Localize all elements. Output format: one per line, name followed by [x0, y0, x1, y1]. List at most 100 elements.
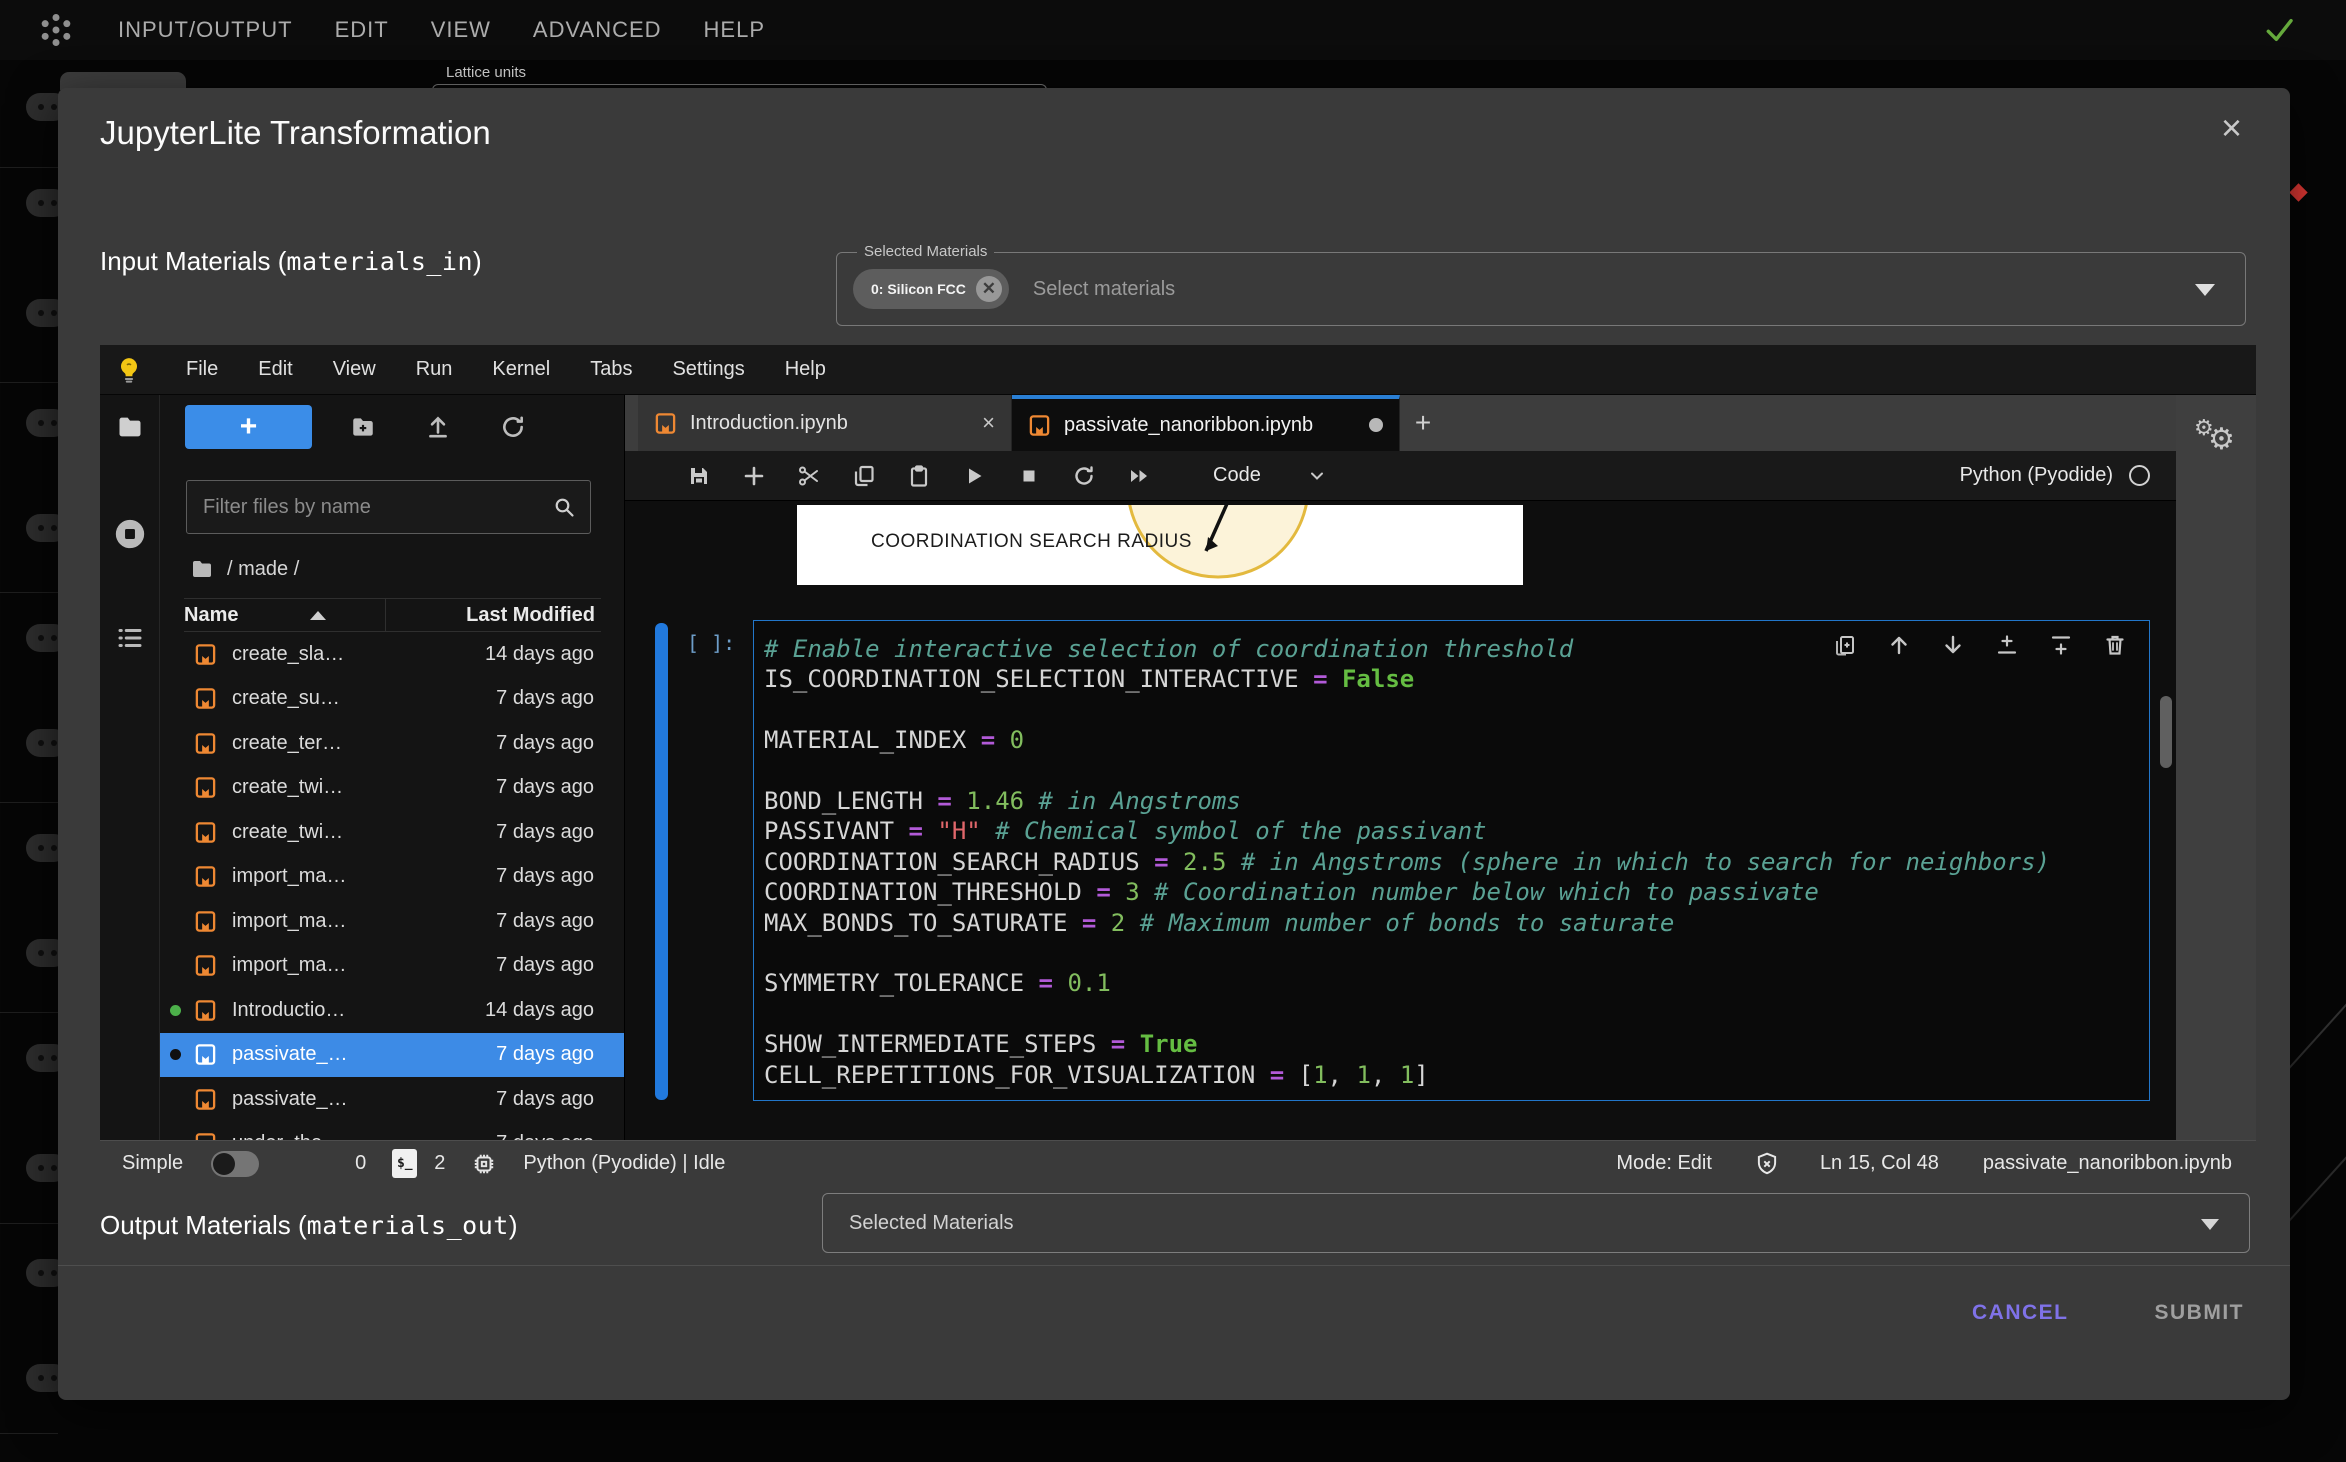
notebook-content[interactable]: COORDINATION SEARCH RADIUS [ ]: # Enable… [625, 501, 2176, 1140]
shield-x-icon[interactable] [1754, 1151, 1780, 1177]
file-browser: + / made / [160, 395, 625, 1140]
column-name[interactable]: Name [184, 604, 238, 627]
jupyter-menu-item-file[interactable]: File [166, 358, 238, 381]
file-row[interactable]: create_twi…7 days ago [160, 766, 624, 811]
app-menu-item-view[interactable]: VIEW [431, 17, 491, 43]
new-launcher-button[interactable]: + [185, 405, 312, 449]
jupyter-menu-item-tabs[interactable]: Tabs [570, 358, 652, 381]
app-top-bar: INPUT/OUTPUT EDIT VIEW ADVANCED HELP [0, 0, 2346, 60]
file-row[interactable]: create_sla…14 days ago [160, 632, 624, 677]
cut-icon[interactable] [797, 464, 821, 488]
row-separator [0, 1433, 58, 1434]
refresh-icon[interactable] [500, 414, 526, 440]
upload-icon[interactable] [425, 414, 451, 440]
cell-type-select[interactable]: Code [1213, 464, 1261, 487]
fast-forward-icon[interactable] [1127, 464, 1151, 488]
file-row[interactable]: import_ma…7 days ago [160, 855, 624, 900]
terminal-icon[interactable]: $_ [392, 1149, 417, 1178]
new-tab-icon[interactable]: + [1400, 395, 1446, 451]
property-inspector-gears-icon[interactable]: ⚙⚙ [2194, 417, 2238, 461]
file-modified: 14 days ago [485, 643, 594, 666]
chevron-down-icon[interactable] [1307, 466, 1327, 486]
running-sessions-tab-icon[interactable] [113, 517, 147, 551]
notebook-file-icon [1028, 414, 1051, 437]
file-row[interactable]: passivate_…7 days ago [160, 1033, 624, 1078]
jupyter-menu-item-help[interactable]: Help [765, 358, 846, 381]
jupyter-right-sidebar: ⚙⚙ [2176, 395, 2256, 1140]
file-name: create_su… [232, 687, 496, 710]
restart-kernel-icon[interactable] [1072, 464, 1096, 488]
editor-mode[interactable]: Mode: Edit [1616, 1152, 1712, 1175]
insert-below-icon[interactable] [2049, 633, 2073, 657]
file-row[interactable]: import_ma…7 days ago [160, 944, 624, 989]
file-modified: 7 days ago [496, 1132, 594, 1140]
delete-cell-icon[interactable] [2103, 633, 2127, 657]
select-materials-placeholder: Select materials [1033, 278, 1175, 301]
kernel-status-text[interactable]: Python (Pyodide) | Idle [523, 1152, 725, 1175]
move-up-icon[interactable] [1887, 633, 1911, 657]
simple-mode-toggle[interactable] [211, 1151, 259, 1177]
move-down-icon[interactable] [1941, 633, 1965, 657]
file-row[interactable]: create_su…7 days ago [160, 677, 624, 722]
jupyter-menu-item-settings[interactable]: Settings [652, 358, 764, 381]
file-row[interactable]: create_ter…7 days ago [160, 721, 624, 766]
folder-icon[interactable] [190, 557, 214, 581]
app-menu-item-edit[interactable]: EDIT [335, 17, 389, 43]
paste-icon[interactable] [907, 464, 931, 488]
success-check-icon[interactable] [2262, 14, 2296, 46]
notebook-scrollbar-thumb[interactable] [2160, 696, 2172, 768]
jupyter-menu-item-kernel[interactable]: Kernel [472, 358, 570, 381]
run-icon[interactable] [962, 464, 986, 488]
add-cell-icon[interactable] [742, 464, 766, 488]
new-folder-icon[interactable] [350, 414, 376, 440]
sort-ascending-icon[interactable] [310, 611, 326, 620]
dropdown-arrow-icon[interactable] [2201, 1219, 2219, 1230]
table-of-contents-tab-icon[interactable] [115, 623, 145, 653]
jupyter-menu-item-edit[interactable]: Edit [238, 358, 312, 381]
file-browser-tab-icon[interactable] [116, 413, 144, 441]
file-row[interactable]: import_ma…7 days ago [160, 899, 624, 944]
file-row[interactable]: passivate_…7 days ago [160, 1077, 624, 1122]
no-dot [170, 871, 181, 882]
file-name: create_ter… [232, 732, 496, 755]
chip-remove-icon[interactable]: ✕ [976, 276, 1002, 302]
column-last-modified[interactable]: Last Modified [466, 604, 595, 627]
duplicate-cell-icon[interactable] [1833, 633, 1857, 657]
file-row[interactable]: create_twi…7 days ago [160, 810, 624, 855]
file-row[interactable]: under_the…7 days ago [160, 1122, 624, 1141]
dropdown-arrow-icon[interactable] [2195, 284, 2215, 296]
jupyter-menu-bar: FileEditViewRunKernelTabsSettingsHelp [100, 345, 2256, 395]
app-menu-item-input-output[interactable]: INPUT/OUTPUT [118, 17, 293, 43]
cancel-button[interactable]: CANCEL [1966, 1300, 2075, 1326]
jupyter-menu-item-view[interactable]: View [313, 358, 396, 381]
insert-above-icon[interactable] [1995, 633, 2019, 657]
cell-collapser-bar[interactable] [655, 623, 668, 1100]
submit-button[interactable]: SUBMIT [2149, 1300, 2251, 1326]
kernel-status-icon[interactable] [2129, 465, 2150, 486]
breadcrumb[interactable]: / made / [190, 557, 299, 581]
close-icon[interactable]: × [2221, 110, 2242, 146]
input-materials-label: Input Materials (materials_in) [100, 246, 482, 277]
app-menu-item-help[interactable]: HELP [704, 17, 765, 43]
notebook-tab-bar: Introduction.ipynb×passivate_nanoribbon.… [625, 395, 2176, 451]
jupyter-menu-item-run[interactable]: Run [396, 358, 473, 381]
kernel-name[interactable]: Python (Pyodide) [1960, 464, 2113, 487]
selected-materials-field[interactable]: Selected Materials 0: Silicon FCC ✕ Sele… [836, 252, 2246, 326]
cpu-chip-icon[interactable] [471, 1151, 497, 1177]
app-menu-item-advanced[interactable]: ADVANCED [533, 17, 662, 43]
tab-close-icon[interactable]: × [982, 410, 995, 436]
file-row[interactable]: Introductio…14 days ago [160, 988, 624, 1033]
notebook-tab[interactable]: passivate_nanoribbon.ipynb [1012, 395, 1400, 451]
cursor-position[interactable]: Ln 15, Col 48 [1820, 1152, 1939, 1175]
output-materials-select[interactable]: Selected Materials [822, 1193, 2250, 1253]
notebook-tab[interactable]: Introduction.ipynb× [638, 395, 1012, 451]
save-icon[interactable] [687, 464, 711, 488]
material-chip[interactable]: 0: Silicon FCC ✕ [853, 269, 1009, 309]
copy-icon[interactable] [852, 464, 876, 488]
simple-mode-label: Simple [122, 1152, 183, 1175]
code-cell[interactable]: # Enable interactive selection of coordi… [753, 620, 2150, 1101]
app-logo-icon[interactable] [36, 10, 76, 50]
stop-icon[interactable] [1017, 464, 1041, 488]
code-editor[interactable]: # Enable interactive selection of coordi… [764, 634, 2050, 1090]
filter-files-input[interactable] [187, 496, 552, 519]
